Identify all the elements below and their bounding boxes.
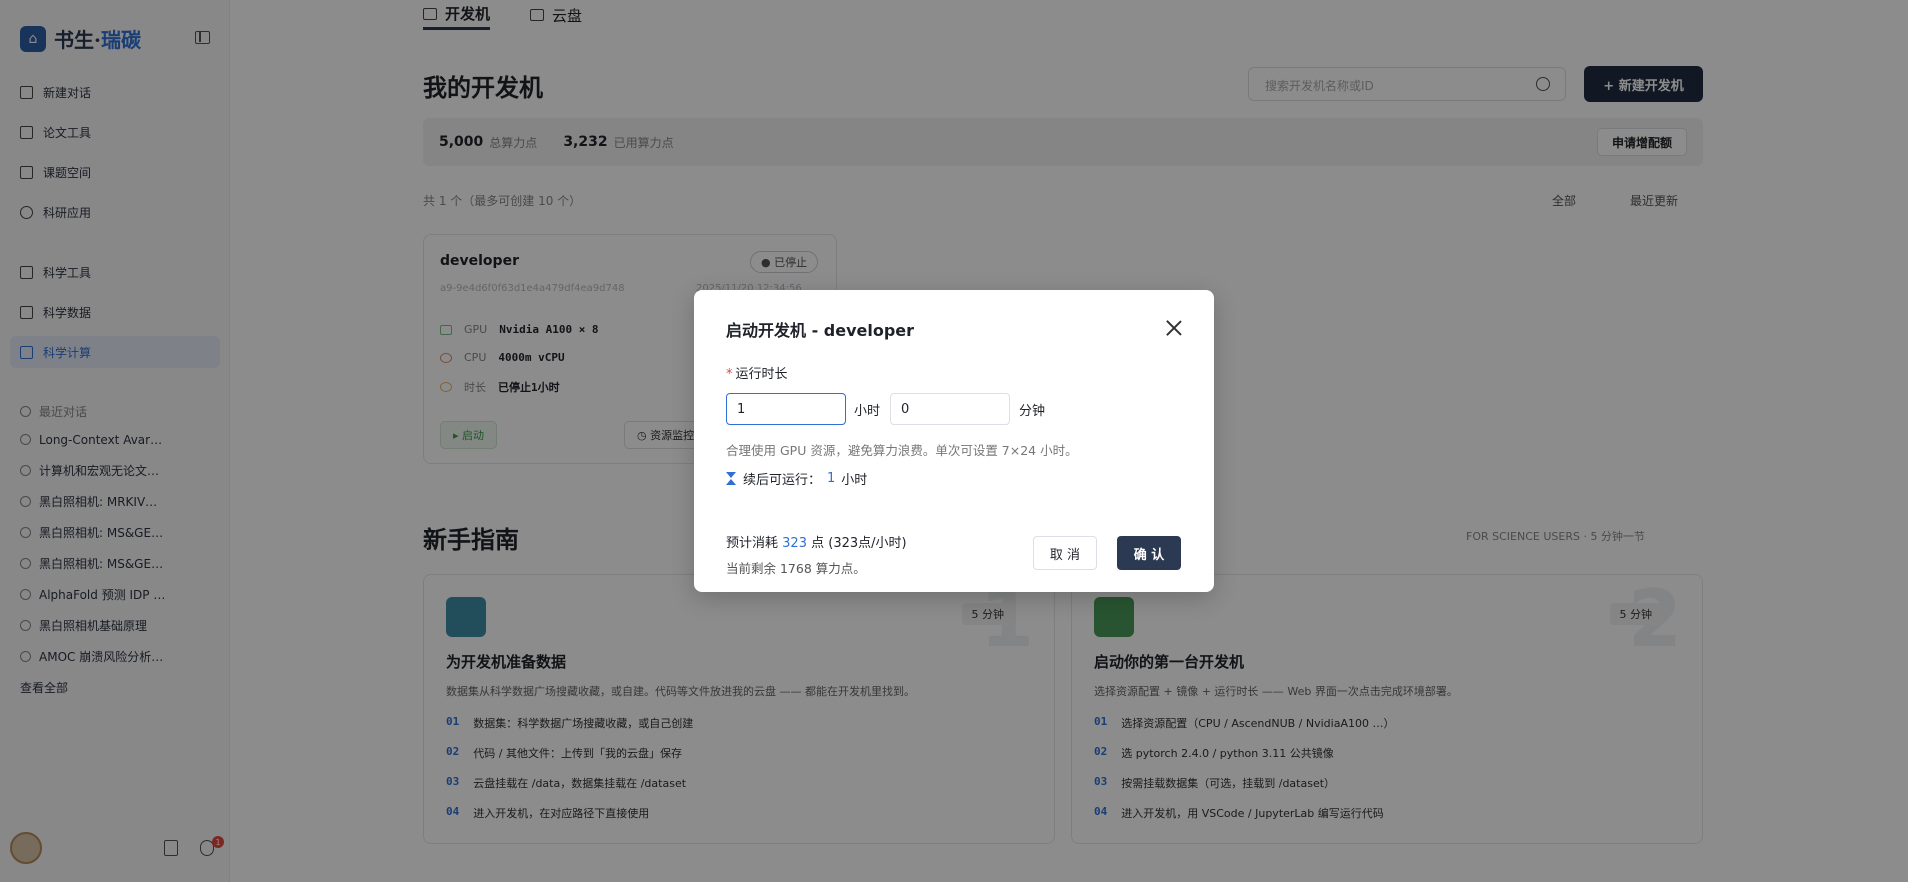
duration-label: * 运行时长	[726, 367, 788, 382]
hourglass-icon	[726, 472, 737, 485]
minutes-input[interactable]	[890, 393, 1010, 425]
duration-hint: 合理使用 GPU 资源，避免算力浪费。单次可设置 7×24 小时。	[726, 443, 1078, 458]
confirm-button[interactable]: 确 认	[1117, 536, 1181, 570]
start-machine-dialog: 启动开发机 - developer *运行时长 小时 分钟 合理使用 GPU 资…	[694, 290, 1214, 592]
renew-runtime: 续后可运行： 1 小时	[726, 469, 867, 488]
hours-unit: 小时	[854, 404, 881, 419]
cancel-button[interactable]: 取 消	[1033, 536, 1097, 570]
estimated-cost: 预计消耗 323 点 (323点/小时)	[726, 536, 907, 551]
dialog-title: 启动开发机 - developer	[726, 321, 915, 340]
remaining-points: 当前剩余 1768 算力点。	[726, 561, 866, 576]
close-icon[interactable]	[1166, 320, 1182, 336]
cost-value: 323	[782, 536, 807, 551]
minutes-unit: 分钟	[1019, 404, 1046, 419]
hours-input[interactable]	[726, 393, 846, 425]
renew-value: 1	[827, 471, 836, 486]
page: ⌂ 书生·瑞碳 新建对话 论文工具 课题空间 科研应用 科学工具 科学数据 科学…	[0, 0, 1908, 882]
